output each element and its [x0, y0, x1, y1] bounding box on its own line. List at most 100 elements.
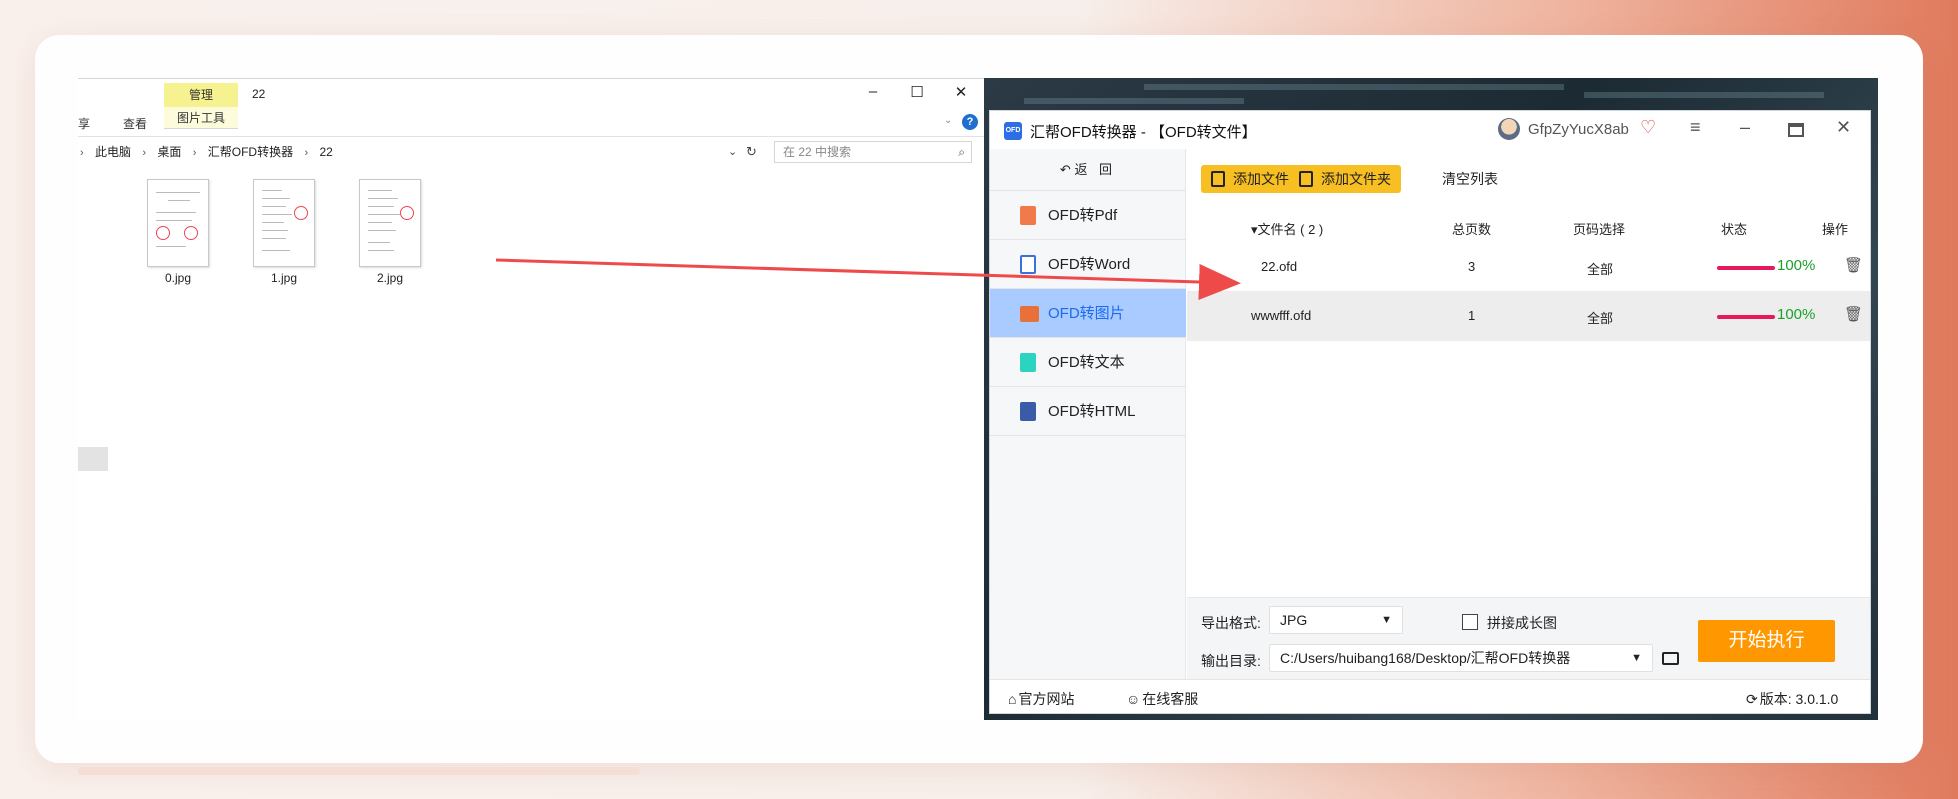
vip-heart-icon[interactable]: ♡: [1640, 117, 1656, 138]
tab-picture-tools[interactable]: 图片工具: [164, 107, 238, 129]
minimize-icon[interactable]: –: [862, 83, 884, 100]
html-icon: [1020, 402, 1036, 421]
chevron-down-icon: ▼: [1381, 614, 1392, 626]
file-explorer-window: 管理 图片工具 22 共享 查看 – ☐ ✕ ⌄ ? › 此电脑 › 桌面 › …: [78, 78, 984, 720]
back-arrow-icon: ↶: [1059, 162, 1075, 177]
online-support-label: 在线客服: [1142, 691, 1199, 707]
output-dir-label: 输出目录:: [1201, 653, 1261, 669]
image-thumbnail: [359, 179, 421, 267]
official-site-label: 官方网站: [1018, 691, 1075, 707]
row-page-select[interactable]: 全部: [1587, 259, 1613, 278]
address-bar[interactable]: › 此电脑 › 桌面 › 汇帮OFD转换器 › 22: [78, 141, 750, 163]
refresh-icon[interactable]: ↻: [746, 141, 757, 163]
chevron-right-icon: ›: [80, 147, 84, 159]
status-percent: 100%: [1777, 257, 1816, 274]
row-pages: 1: [1468, 308, 1476, 323]
search-placeholder: 在 22 中搜索: [783, 145, 852, 159]
clear-list-button[interactable]: 清空列表: [1442, 165, 1498, 193]
file-item[interactable]: 1.jpg: [246, 179, 322, 285]
folder-open-icon[interactable]: [1662, 652, 1679, 665]
file-item[interactable]: 0.jpg: [140, 179, 216, 285]
output-dir-select[interactable]: C:/Users/huibang168/Desktop/汇帮OFD转换器 ▼: [1269, 644, 1653, 672]
help-icon[interactable]: ?: [962, 114, 978, 130]
app-titlebar: OFD 汇帮OFD转换器 - 【OFD转文件】 GfpZyYucX8ab ♡ ≡…: [990, 111, 1870, 149]
table-row[interactable]: wwwfff.ofd 1 全部 100% 🗑: [1187, 292, 1870, 341]
online-support-link[interactable]: ☺ 在线客服: [1126, 689, 1198, 709]
format-select[interactable]: JPG ▼: [1269, 606, 1403, 634]
refresh-icon: ⟳: [1746, 691, 1758, 707]
table-header: ▾文件名 ( 2 ) 总页数 页码选择 状态 操作: [1187, 211, 1870, 243]
column-filename[interactable]: ▾文件名 ( 2 ): [1251, 219, 1323, 238]
row-pages: 3: [1468, 259, 1476, 274]
row-page-select[interactable]: 全部: [1587, 308, 1613, 327]
version-info: ⟳ 版本: 3.0.1.0: [1746, 689, 1838, 709]
explorer-ribbon: 管理 图片工具 22 共享 查看 – ☐ ✕ ⌄ ?: [78, 79, 984, 137]
image-thumbnail: [253, 179, 315, 267]
file-item[interactable]: 2.jpg: [352, 179, 428, 285]
close-icon[interactable]: ✕: [1836, 117, 1851, 138]
scroll-indicator: [78, 447, 108, 471]
breadcrumb-item[interactable]: 22: [319, 141, 332, 163]
tab-share[interactable]: 共享: [78, 115, 90, 132]
sidebar: ↶ 返 回 OFD转Pdf OFD转Word OFD转图片 OFD转文本 OFD…: [990, 149, 1186, 679]
breadcrumb-item[interactable]: 桌面: [157, 141, 181, 163]
column-actions: 操作: [1822, 222, 1849, 237]
official-site-link[interactable]: ⌂ 官方网站: [1008, 689, 1074, 709]
sidebar-item-label: OFD转文本: [1048, 354, 1125, 371]
add-folder-label: 添加文件夹: [1321, 171, 1391, 187]
add-folder-button[interactable]: 添加文件夹: [1289, 165, 1401, 193]
chevron-right-icon: ›: [304, 147, 309, 159]
image-icon: [1020, 306, 1039, 322]
sidebar-item-label: OFD转Pdf: [1048, 207, 1118, 224]
pdf-icon: [1020, 206, 1036, 225]
avatar[interactable]: [1498, 118, 1520, 140]
chevron-down-icon[interactable]: ⌄: [728, 141, 737, 163]
trash-icon[interactable]: 🗑: [1844, 305, 1863, 323]
output-dir-value: C:/Users/huibang168/Desktop/汇帮OFD转换器: [1280, 650, 1571, 666]
tab-view[interactable]: 查看: [123, 115, 147, 132]
minimize-icon[interactable]: –: [1740, 117, 1750, 138]
row-filename: wwwfff.ofd: [1251, 308, 1312, 323]
back-label: 返 回: [1074, 162, 1117, 177]
version-label: 版本: 3.0.1.0: [1759, 691, 1839, 707]
breadcrumb-item[interactable]: 汇帮OFD转换器: [208, 141, 293, 163]
back-button[interactable]: ↶ 返 回: [990, 149, 1186, 191]
chevron-down-icon[interactable]: ⌄: [944, 115, 952, 126]
maximize-icon[interactable]: [1788, 123, 1804, 137]
home-icon: ⌂: [1008, 691, 1017, 707]
maximize-icon[interactable]: ☐: [906, 83, 928, 101]
column-status: 状态: [1721, 222, 1748, 237]
add-file-button[interactable]: 添加文件: [1201, 165, 1299, 193]
row-filename: 22.ofd: [1261, 259, 1298, 274]
breadcrumb-item[interactable]: 此电脑: [95, 141, 131, 163]
format-value: JPG: [1280, 612, 1308, 628]
sidebar-item-ofd-to-pdf[interactable]: OFD转Pdf: [990, 191, 1186, 240]
word-icon: [1020, 255, 1036, 274]
search-input[interactable]: 在 22 中搜索 ⌕: [774, 141, 972, 163]
search-icon[interactable]: ⌕: [958, 142, 965, 162]
sidebar-item-ofd-to-word[interactable]: OFD转Word: [990, 240, 1186, 289]
status-percent: 100%: [1777, 306, 1816, 323]
text-icon: [1020, 353, 1036, 372]
app-logo-icon: OFD: [1004, 122, 1022, 140]
close-icon[interactable]: ✕: [950, 83, 972, 101]
sidebar-item-label: OFD转HTML: [1048, 403, 1136, 420]
sidebar-item-ofd-to-html[interactable]: OFD转HTML: [990, 387, 1186, 436]
sidebar-item-label: OFD转图片: [1048, 305, 1125, 322]
app-title: 汇帮OFD转换器 - 【OFD转文件】: [1030, 124, 1257, 141]
trash-icon[interactable]: 🗑: [1844, 256, 1863, 274]
sidebar-item-ofd-to-text[interactable]: OFD转文本: [990, 338, 1186, 387]
menu-icon[interactable]: ≡: [1690, 117, 1701, 138]
username[interactable]: GfpZyYucX8ab: [1528, 121, 1629, 138]
sidebar-item-ofd-to-image[interactable]: OFD转图片: [990, 289, 1186, 338]
column-pages: 总页数: [1452, 222, 1492, 237]
table-row[interactable]: 22.ofd 3 全部 100% 🗑: [1187, 243, 1870, 292]
file-name: 2.jpg: [376, 271, 404, 285]
start-button[interactable]: 开始执行: [1698, 620, 1835, 662]
file-name: 0.jpg: [164, 271, 192, 285]
file-list: 0.jpg 1.jpg 2.jpg: [78, 179, 984, 299]
ofd-converter-window: OFD 汇帮OFD转换器 - 【OFD转文件】 GfpZyYucX8ab ♡ ≡…: [989, 110, 1871, 714]
tab-manage[interactable]: 管理: [164, 83, 238, 107]
folder-add-icon: [1299, 171, 1313, 187]
merge-checkbox[interactable]: [1462, 614, 1478, 630]
